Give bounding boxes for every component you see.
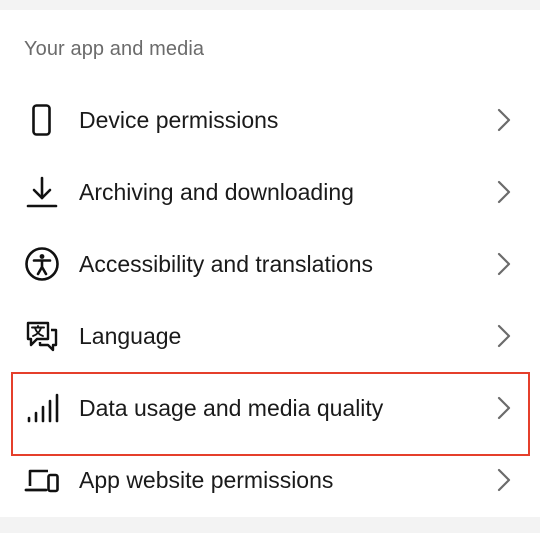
chevron-right-icon	[494, 394, 514, 422]
row-device-permissions[interactable]: Device permissions	[0, 84, 540, 156]
row-label: Accessibility and translations	[79, 250, 374, 277]
row-label: Language	[79, 322, 182, 349]
row-data-usage-media-quality[interactable]: Data usage and media quality	[0, 372, 540, 444]
chevron-right-icon	[494, 106, 514, 134]
top-divider-band	[0, 0, 540, 10]
download-icon	[24, 174, 60, 210]
section-title: Your app and media	[24, 38, 205, 60]
row-label: App website permissions	[79, 466, 334, 493]
row-label: Device permissions	[79, 106, 279, 133]
phone-icon	[24, 102, 60, 138]
signal-bars-icon	[24, 390, 60, 426]
row-language[interactable]: Language	[0, 300, 540, 372]
bottom-divider-band	[0, 517, 540, 533]
row-app-website-permissions[interactable]: App website permissions	[0, 444, 540, 516]
accessibility-icon	[24, 246, 60, 282]
devices-icon	[24, 462, 60, 498]
row-archiving-downloading[interactable]: Archiving and downloading	[0, 156, 540, 228]
chevron-right-icon	[494, 466, 514, 494]
chevron-right-icon	[494, 322, 514, 350]
chevron-right-icon	[494, 250, 514, 278]
language-icon	[24, 318, 60, 354]
row-accessibility-translations[interactable]: Accessibility and translations	[0, 228, 540, 300]
chevron-right-icon	[494, 178, 514, 206]
row-label: Archiving and downloading	[79, 178, 354, 205]
row-label: Data usage and media quality	[79, 394, 384, 421]
